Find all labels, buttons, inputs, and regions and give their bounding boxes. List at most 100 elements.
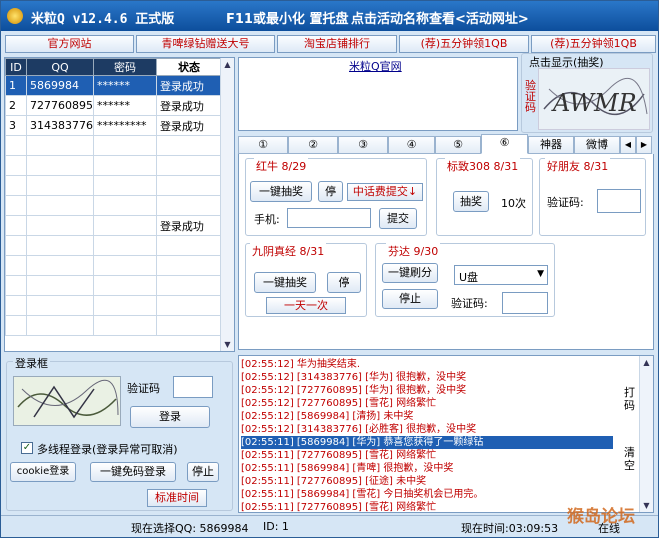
clear-log-button[interactable]: 清空 bbox=[624, 446, 636, 472]
table-row[interactable]: 1 5869984 ****** 登录成功 bbox=[5, 75, 223, 96]
table-row[interactable] bbox=[5, 135, 223, 156]
jiuyin-stop-button[interactable]: 停 bbox=[327, 272, 361, 293]
tab-1[interactable]: ① bbox=[238, 136, 288, 154]
print-captcha-button[interactable]: 打码 bbox=[624, 386, 636, 412]
table-row[interactable] bbox=[5, 175, 223, 196]
scroll-down-icon[interactable]: ▼ bbox=[223, 340, 232, 349]
col-id[interactable]: ID bbox=[5, 58, 28, 76]
website-link[interactable]: 米粒Q官网 bbox=[349, 58, 402, 74]
haopengyou-title[interactable]: 好朋友 8/31 bbox=[545, 158, 611, 174]
account-cell-pwd: ****** bbox=[93, 95, 157, 116]
table-row[interactable] bbox=[5, 275, 223, 296]
scroll-up-icon[interactable]: ▲ bbox=[223, 60, 232, 69]
log-list: [02:55:12] 华为抽奖结束. [02:55:12] [314383776]… bbox=[241, 358, 613, 512]
main-window: 米粒Q v12.4.6 正式版 F11或最小化 置托盘 点击活动名称查看<活动网… bbox=[0, 0, 659, 538]
jiuyin-once-daily-note[interactable]: 一天一次 bbox=[266, 297, 346, 314]
hongniu-charge-submit-button[interactable]: 中话费提交↓ bbox=[347, 183, 423, 201]
tab-shenqi[interactable]: 神器 bbox=[528, 136, 574, 154]
multithread-label[interactable]: 多线程登录(登录异常可取消) bbox=[37, 441, 178, 457]
log-line: [02:55:12] 华为抽奖结束. bbox=[241, 359, 361, 370]
biaozhi-draw-button[interactable]: 抽奖 bbox=[453, 191, 489, 212]
standard-time-button[interactable]: 标准时间 bbox=[147, 489, 207, 507]
tab-scroll-left-icon[interactable]: ◀ bbox=[620, 136, 636, 154]
log-scroll-down-icon[interactable]: ▼ bbox=[642, 501, 651, 510]
account-cell-pwd bbox=[93, 195, 157, 216]
title-bar[interactable]: 米粒Q v12.4.6 正式版 F11或最小化 置托盘 点击活动名称查看<活动网… bbox=[1, 1, 658, 31]
status-time: 现在时间:03:09:53 bbox=[461, 522, 559, 535]
status-bar: 现在选择QQ: 5869984 ID: 1 现在时间:03:09:53 在线 猴… bbox=[1, 507, 658, 537]
account-cell-id bbox=[5, 315, 28, 336]
fenda-stop-button[interactable]: 停止 bbox=[382, 289, 438, 309]
table-row[interactable] bbox=[5, 155, 223, 176]
haopengyou-captcha-input[interactable] bbox=[597, 189, 641, 213]
jiuyin-title[interactable]: 九阴真经 8/31 bbox=[250, 243, 327, 259]
account-cell-pwd: ****** bbox=[93, 75, 157, 96]
col-qq[interactable]: QQ bbox=[26, 58, 95, 76]
biaozhi-title[interactable]: 标致308 8/31 bbox=[445, 158, 521, 174]
account-cell-pwd bbox=[93, 275, 157, 296]
account-cell-status bbox=[155, 155, 223, 176]
login-stop-button[interactable]: 停止 bbox=[187, 462, 219, 482]
log-scroll-up-icon[interactable]: ▲ bbox=[642, 358, 651, 367]
jiuyin-draw-button[interactable]: 一键抽奖 bbox=[254, 272, 316, 293]
captcha-text: AWMR bbox=[551, 89, 637, 117]
tab-2[interactable]: ② bbox=[288, 136, 338, 154]
hongniu-submit-button[interactable]: 提交 bbox=[379, 208, 417, 229]
col-status[interactable]: 状态 bbox=[155, 58, 223, 76]
table-row[interactable] bbox=[5, 315, 223, 336]
cookie-login-button[interactable]: cookie登录 bbox=[10, 462, 76, 482]
qb-offer-button-2[interactable]: (荐)五分钟领1QB bbox=[531, 35, 656, 53]
account-list-scrollbar[interactable]: ▲ ▼ bbox=[220, 58, 234, 351]
tab-weibo[interactable]: 微博 bbox=[574, 136, 620, 154]
green-diamond-gift-button[interactable]: 青啤绿钻赠送大号 bbox=[136, 35, 275, 53]
log-line: [02:55:11] [727760895] [征途] 未中奖 bbox=[241, 476, 427, 487]
table-row[interactable] bbox=[5, 195, 223, 216]
multithread-checkbox[interactable]: ✓ bbox=[21, 442, 33, 454]
account-cell-id bbox=[5, 215, 28, 236]
login-button[interactable]: 登录 bbox=[130, 406, 210, 428]
account-cell-status: 登录成功 bbox=[155, 75, 223, 96]
taobao-rank-button[interactable]: 淘宝店铺排行 bbox=[277, 35, 397, 53]
account-list[interactable]: ID QQ 密码 状态 1 5869984 ****** 登录成功 2 727760895… bbox=[4, 57, 235, 352]
tab-6[interactable]: ⑥ bbox=[481, 134, 528, 154]
qb-offer-button-1[interactable]: (荐)五分钟领1QB bbox=[399, 35, 529, 53]
log-scrollbar[interactable]: ▲ ▼ bbox=[639, 356, 653, 512]
tab-scroll-right-icon[interactable]: ▶ bbox=[636, 136, 652, 154]
no-captcha-login-button[interactable]: 一键免码登录 bbox=[90, 462, 176, 482]
fenda-title[interactable]: 芬达 9/30 bbox=[386, 243, 441, 259]
table-row[interactable] bbox=[5, 255, 223, 276]
hongniu-title[interactable]: 红牛 8/29 bbox=[254, 158, 309, 174]
hongniu-stop-button[interactable]: 停 bbox=[318, 181, 343, 202]
account-cell-status bbox=[155, 315, 223, 336]
account-cell-pwd: ********* bbox=[93, 115, 157, 136]
account-cell-status bbox=[155, 135, 223, 156]
fenda-prize-value: U盘 bbox=[459, 271, 479, 284]
phone-input[interactable] bbox=[287, 208, 371, 228]
tab-3[interactable]: ③ bbox=[338, 136, 388, 154]
table-row[interactable]: 登录成功 bbox=[5, 215, 223, 236]
official-site-button[interactable]: 官方网站 bbox=[5, 35, 134, 53]
login-captcha-image[interactable] bbox=[13, 376, 121, 426]
account-cell-id: 2 bbox=[5, 95, 28, 116]
account-cell-qq bbox=[26, 295, 95, 316]
col-password[interactable]: 密码 bbox=[93, 58, 157, 76]
fenda-prize-select[interactable]: U盘 ▼ bbox=[454, 265, 548, 285]
fenda-refresh-button[interactable]: 一键刷分 bbox=[382, 263, 438, 283]
log-panel[interactable]: [02:55:12] 华为抽奖结束. [02:55:12] [314383776]… bbox=[238, 355, 654, 513]
captcha-image[interactable]: AWMR bbox=[538, 68, 650, 130]
hongniu-draw-button[interactable]: 一键抽奖 bbox=[250, 181, 312, 202]
tab-5[interactable]: ⑤ bbox=[435, 136, 481, 154]
login-captcha-input[interactable] bbox=[173, 376, 213, 398]
account-cell-pwd bbox=[93, 255, 157, 276]
tab-bar: ① ② ③ ④ ⑤ ⑥ 神器 微博 ◀ ▶ bbox=[238, 134, 654, 154]
tab-4[interactable]: ④ bbox=[388, 136, 435, 154]
account-cell-status: 登录成功 bbox=[155, 215, 223, 236]
table-row[interactable] bbox=[5, 295, 223, 316]
table-row[interactable]: 3 314383776 ********* 登录成功 bbox=[5, 115, 223, 136]
watermark-logo: 猴岛论坛 bbox=[567, 507, 635, 527]
account-cell-id bbox=[5, 175, 28, 196]
fenda-captcha-input[interactable] bbox=[502, 292, 548, 314]
table-row[interactable] bbox=[5, 235, 223, 256]
table-row[interactable]: 2 727760895 ****** 登录成功 bbox=[5, 95, 223, 116]
account-cell-qq bbox=[26, 215, 95, 236]
